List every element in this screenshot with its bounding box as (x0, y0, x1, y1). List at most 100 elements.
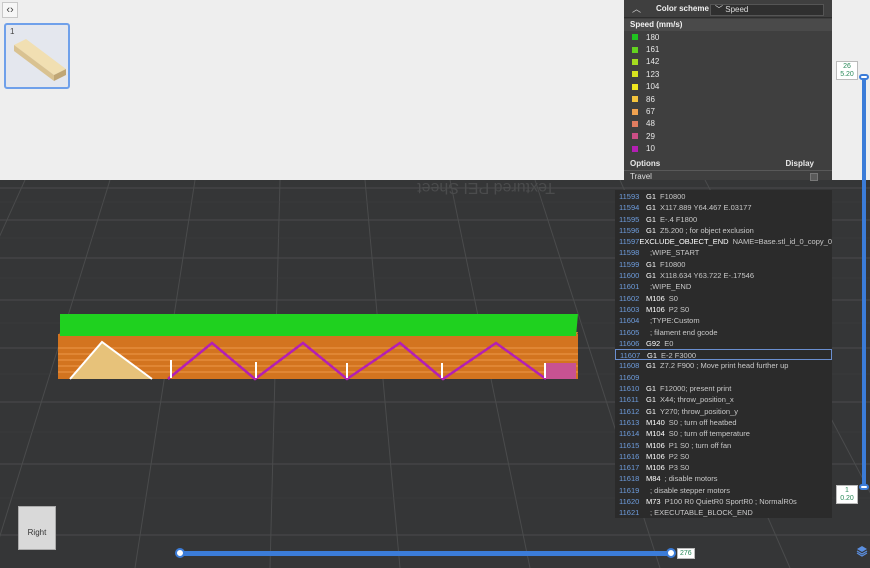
gcode-arguments: P3 S0 (668, 463, 690, 473)
gcode-line[interactable]: 11615 M106 P1 S0 ; turn off fan (615, 440, 832, 451)
gcode-line[interactable]: 11616 M106 P2 S0 (615, 451, 832, 462)
printed-part[interactable] (58, 314, 578, 381)
gcode-command: G1 (647, 351, 658, 361)
legend-value: 86 (646, 94, 655, 104)
gcode-line-number: 11616 (619, 451, 640, 461)
gcode-arguments: E-2 F3000 (661, 351, 697, 361)
gcode-line[interactable]: 11599 G1 F10800 (615, 259, 832, 270)
gcode-command: M73 (646, 497, 661, 507)
gcode-line-number: 11615 (619, 440, 640, 450)
color-scheme-select[interactable]: ﹀ Speed (710, 4, 824, 16)
gcode-line[interactable]: 11614 M104 S0 ; turn off temperature (615, 428, 832, 439)
gcode-line[interactable]: 11596 G1 Z5.200 ; for object exclusion (615, 225, 832, 236)
gcode-line[interactable]: 11604 ;TYPE:Custom (615, 315, 832, 326)
gcode-line[interactable]: 11597 EXCLUDE_OBJECT_END NAME=Base.stl_id_… (615, 236, 832, 247)
legend-swatch (632, 108, 638, 115)
legend-value: 48 (646, 119, 655, 129)
gcode-line[interactable]: 11620 M73 P100 R0 QuietR0 SportR0 ; Normal… (615, 496, 832, 507)
top-layer-height: 5.20 (840, 71, 854, 78)
gcode-line[interactable]: 11606 G92 E0 (615, 338, 832, 349)
layer-slider-top-handle[interactable] (859, 74, 869, 80)
gcode-line[interactable]: 11601 ;WIPE_END (615, 281, 832, 292)
gcode-line[interactable]: 11593 G1 F10800 (615, 191, 832, 202)
gcode-arguments: X118.634 Y63.722 E-.17546 (660, 271, 754, 281)
gcode-line-number: 11598 (619, 248, 640, 258)
travel-label: Travel (630, 171, 652, 181)
chevron-up-icon[interactable]: ︿ (632, 2, 646, 15)
legend-swatch (632, 120, 638, 127)
gcode-line-number: 11606 (619, 338, 640, 348)
gcode-line[interactable]: 11602 M106 S0 (615, 293, 832, 304)
plate-thumbnail[interactable]: 1 (4, 23, 70, 89)
layer-slider-track[interactable] (862, 78, 866, 488)
move-slider-end-handle[interactable] (666, 548, 676, 558)
gcode-arguments: Y270; throw_position_y (660, 406, 738, 416)
legend-swatch (632, 34, 638, 41)
gcode-line[interactable]: 11617 M106 P3 S0 (615, 462, 832, 473)
gcode-line[interactable]: 11603 M106 P2 S0 (615, 304, 832, 315)
travel-toggle[interactable] (810, 172, 818, 181)
gcode-arguments: ;WIPE_END (650, 282, 692, 292)
gcode-command: G1 (646, 192, 657, 201)
layers-icon[interactable] (856, 545, 868, 557)
gcode-command: G1 (646, 271, 657, 281)
speed-legend: 180 161 142 123 104 86 67 48 29 10 (624, 31, 832, 155)
gcode-line-number: 11595 (619, 214, 640, 224)
gcode-line[interactable]: 11618 M84; disable motors (615, 473, 832, 484)
gcode-line[interactable]: 11621 ; EXECUTABLE_BLOCK_END (615, 507, 832, 518)
gcode-line-number: 11602 (619, 293, 640, 303)
gcode-line[interactable]: 11612 G1 Y270; throw_position_y (615, 406, 832, 417)
gcode-line-number: 11604 (619, 316, 640, 326)
color-scheme-label: Color scheme (656, 4, 709, 13)
gcode-command: G92 (646, 338, 661, 348)
gcode-line-number: 11619 (619, 485, 640, 495)
move-slider-track[interactable] (178, 551, 672, 556)
gcode-command: EXCLUDE_OBJECT_END (639, 237, 729, 247)
gcode-line-number: 11620 (619, 497, 640, 507)
gcode-line[interactable]: 11609 (615, 372, 832, 383)
gcode-command: M104 (646, 429, 665, 439)
option-travel[interactable]: Travel (624, 169, 832, 182)
gcode-line-number: 11610 (619, 384, 640, 394)
legend-item: 67 (624, 105, 832, 117)
gcode-command: G1 (646, 384, 657, 394)
gcode-arguments: ;WIPE_START (650, 248, 700, 258)
gcode-line[interactable]: 11595 G1 E-.4 F1800 (615, 214, 832, 225)
object-thumbnail-icon (14, 39, 66, 81)
view-cube-label: Right (27, 528, 47, 537)
move-slider-start-handle[interactable] (175, 548, 185, 558)
gcode-command: M106 (646, 293, 665, 303)
gcode-arguments: E-.4 F1800 (660, 214, 698, 224)
gcode-arguments: F10800 (660, 259, 686, 269)
gcode-line-number: 11594 (619, 203, 640, 213)
gcode-line[interactable]: 11598 ;WIPE_START (615, 247, 832, 258)
gcode-line[interactable]: 11594 G1 X117.889 Y64.467 E.03177 (615, 202, 832, 213)
gcode-line-number: 11613 (619, 417, 640, 427)
gcode-line[interactable]: 11608 G1 Z7.2 F900 ; Move print head furth… (615, 360, 832, 371)
gcode-command: M106 (646, 451, 665, 461)
gcode-line-number: 11608 (619, 361, 640, 371)
gcode-line-number: 11621 (619, 508, 640, 518)
gcode-command: M106 (646, 440, 665, 450)
gcode-line[interactable]: 11607 G1 E-2 F3000 (615, 349, 832, 361)
legend-value: 161 (646, 45, 660, 55)
gcode-line[interactable]: 11619 ; disable stepper motors (615, 485, 832, 496)
gcode-line-number: 11600 (619, 271, 640, 281)
view-cube[interactable]: Right (18, 506, 56, 550)
gcode-line[interactable]: 11600 G1 X118.634 Y63.722 E-.17546 (615, 270, 832, 281)
gcode-line-number: 11601 (619, 282, 640, 292)
layer-slider-bottom-handle[interactable] (859, 484, 869, 490)
collapse-toggle-icon[interactable]: ‹› (2, 2, 18, 18)
gcode-line[interactable]: 11605 ; filament end gcode (615, 327, 832, 338)
gcode-arguments: F12000; present print (660, 384, 732, 394)
gcode-arguments: X44; throw_position_x (660, 395, 734, 405)
gcode-arguments: ;TYPE:Custom (650, 316, 700, 326)
gcode-line[interactable]: 11611 G1 X44; throw_position_x (615, 394, 832, 405)
color-scheme-panel: ︿ Color scheme ﹀ Speed Speed (mm/s) 180 … (624, 0, 832, 182)
gcode-line-number: 11607 (620, 351, 641, 361)
gcode-line-number: 11597 (619, 237, 640, 247)
gcode-line[interactable]: 11613 M140 S0 ; turn off heatbed (615, 417, 832, 428)
gcode-line-number: 11605 (619, 327, 640, 337)
gcode-line[interactable]: 11610 G1 F12000; present print (615, 383, 832, 394)
legend-value: 142 (646, 57, 660, 67)
